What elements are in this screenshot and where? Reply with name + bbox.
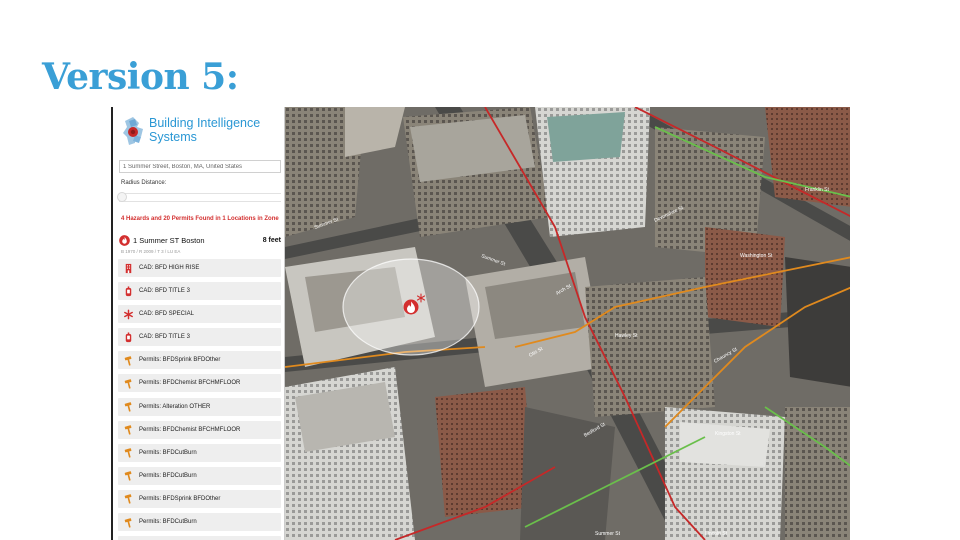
list-item-label: CAD: BFD HIGH RISE bbox=[139, 265, 200, 271]
list-item-label: Permits: BFDCutBurn bbox=[139, 449, 197, 456]
slide-title: Version 5: bbox=[42, 56, 239, 98]
list-item-label: Permits: BFDSprink BFDOther bbox=[139, 357, 221, 364]
list-item[interactable]: Permits: BFDSprink BFDOther bbox=[118, 351, 281, 370]
list-item[interactable]: CAD: BFD HIGH RISE bbox=[118, 259, 281, 277]
list-item-label: CAD: BFD SPECIAL bbox=[139, 311, 195, 318]
brand-header: Building Intelligence Systems bbox=[113, 107, 284, 157]
radius-slider-track[interactable] bbox=[119, 193, 281, 202]
street-label: Washington St bbox=[740, 253, 773, 259]
aerial-map[interactable]: Summer St Summer St Washington St Frankl… bbox=[285, 107, 850, 540]
app-name-line2: Systems bbox=[149, 130, 197, 144]
list-item-label: Permits: BFDChemist BFCHMFLOOR bbox=[139, 426, 241, 433]
list-item[interactable]: CAD: BFD TITLE 3 bbox=[118, 282, 281, 301]
hammer-icon bbox=[124, 356, 132, 366]
list-item-label: Permits: BFDCutBurn bbox=[139, 472, 197, 479]
list-item[interactable]: CAD: BFD SPECIAL bbox=[118, 305, 281, 324]
location-header[interactable]: 1 Summer ST Boston 8 feet bbox=[119, 233, 281, 247]
list-item[interactable]: Permits: BFDSprink BFDOther bbox=[118, 489, 281, 508]
location-meta: B 1970 / R 2009 / T 3 / LU EA bbox=[121, 249, 181, 254]
street-label: Summer St bbox=[595, 531, 621, 537]
radius-label: Radius Distance: bbox=[121, 180, 167, 186]
extinguisher-icon bbox=[125, 332, 132, 342]
extinguisher-icon bbox=[125, 286, 132, 296]
list-item-partial[interactable] bbox=[118, 536, 281, 540]
list-item[interactable]: Permits: BFDCutBurn bbox=[118, 513, 281, 532]
hammer-icon bbox=[124, 517, 132, 528]
results-summary: 4 Hazards and 20 Permits Found in 1 Loca… bbox=[121, 216, 279, 222]
logo-icon bbox=[123, 117, 143, 145]
list-item[interactable]: Permits: BFDCutBurn bbox=[118, 443, 281, 462]
list-item[interactable]: Permits: BFDChemist BFCHMFLOOR bbox=[118, 374, 281, 393]
list-item[interactable]: Permits: BFDChemist BFCHMFLOOR bbox=[118, 420, 281, 439]
location-distance: 8 feet bbox=[262, 236, 281, 244]
hammer-icon bbox=[124, 448, 132, 458]
location-name: 1 Summer ST Boston bbox=[133, 235, 205, 245]
hammer-icon bbox=[124, 425, 132, 435]
list-item[interactable]: Permits: Alteration OTHER bbox=[118, 397, 281, 416]
app-screenshot: Building Intelligence Systems Radius Dis… bbox=[111, 107, 850, 540]
list-item-label: CAD: BFD TITLE 3 bbox=[139, 334, 190, 341]
list-item-label: Permits: BFDChemist BFCHMFLOOR bbox=[139, 380, 241, 387]
list-item-label: Permits: Alteration OTHER bbox=[139, 403, 211, 410]
hammer-icon bbox=[124, 494, 132, 505]
list-item[interactable]: Permits: BFDCutBurn bbox=[118, 466, 281, 485]
hammer-icon bbox=[124, 379, 132, 389]
list-item[interactable]: CAD: BFD TITLE 3 bbox=[118, 328, 281, 347]
list-item-label: CAD: BFD TITLE 3 bbox=[139, 288, 190, 295]
street-label: Hawley St bbox=[615, 333, 638, 339]
address-search-input[interactable] bbox=[119, 160, 281, 173]
list-item-label: Permits: BFDCutBurn bbox=[139, 519, 197, 526]
hazard-permit-list: CAD: BFD HIGH RISE CAD: BFD TITLE 3 CAD:… bbox=[118, 259, 281, 540]
sidebar-panel: Building Intelligence Systems Radius Dis… bbox=[113, 107, 285, 540]
street-label: Kingston St bbox=[715, 431, 741, 437]
hammer-icon bbox=[124, 402, 132, 412]
fire-hazard-icon bbox=[119, 234, 130, 246]
asterisk-icon bbox=[124, 309, 133, 320]
street-label: Franklin St bbox=[805, 187, 830, 193]
list-item-label: Permits: BFDSprink BFDOther bbox=[139, 495, 221, 502]
street-label: Lincoln St bbox=[705, 531, 728, 537]
app-name-line1: Building Intelligence bbox=[149, 116, 261, 130]
high-rise-icon bbox=[125, 263, 132, 273]
hammer-icon bbox=[124, 471, 132, 481]
radius-slider-handle[interactable] bbox=[117, 192, 127, 202]
